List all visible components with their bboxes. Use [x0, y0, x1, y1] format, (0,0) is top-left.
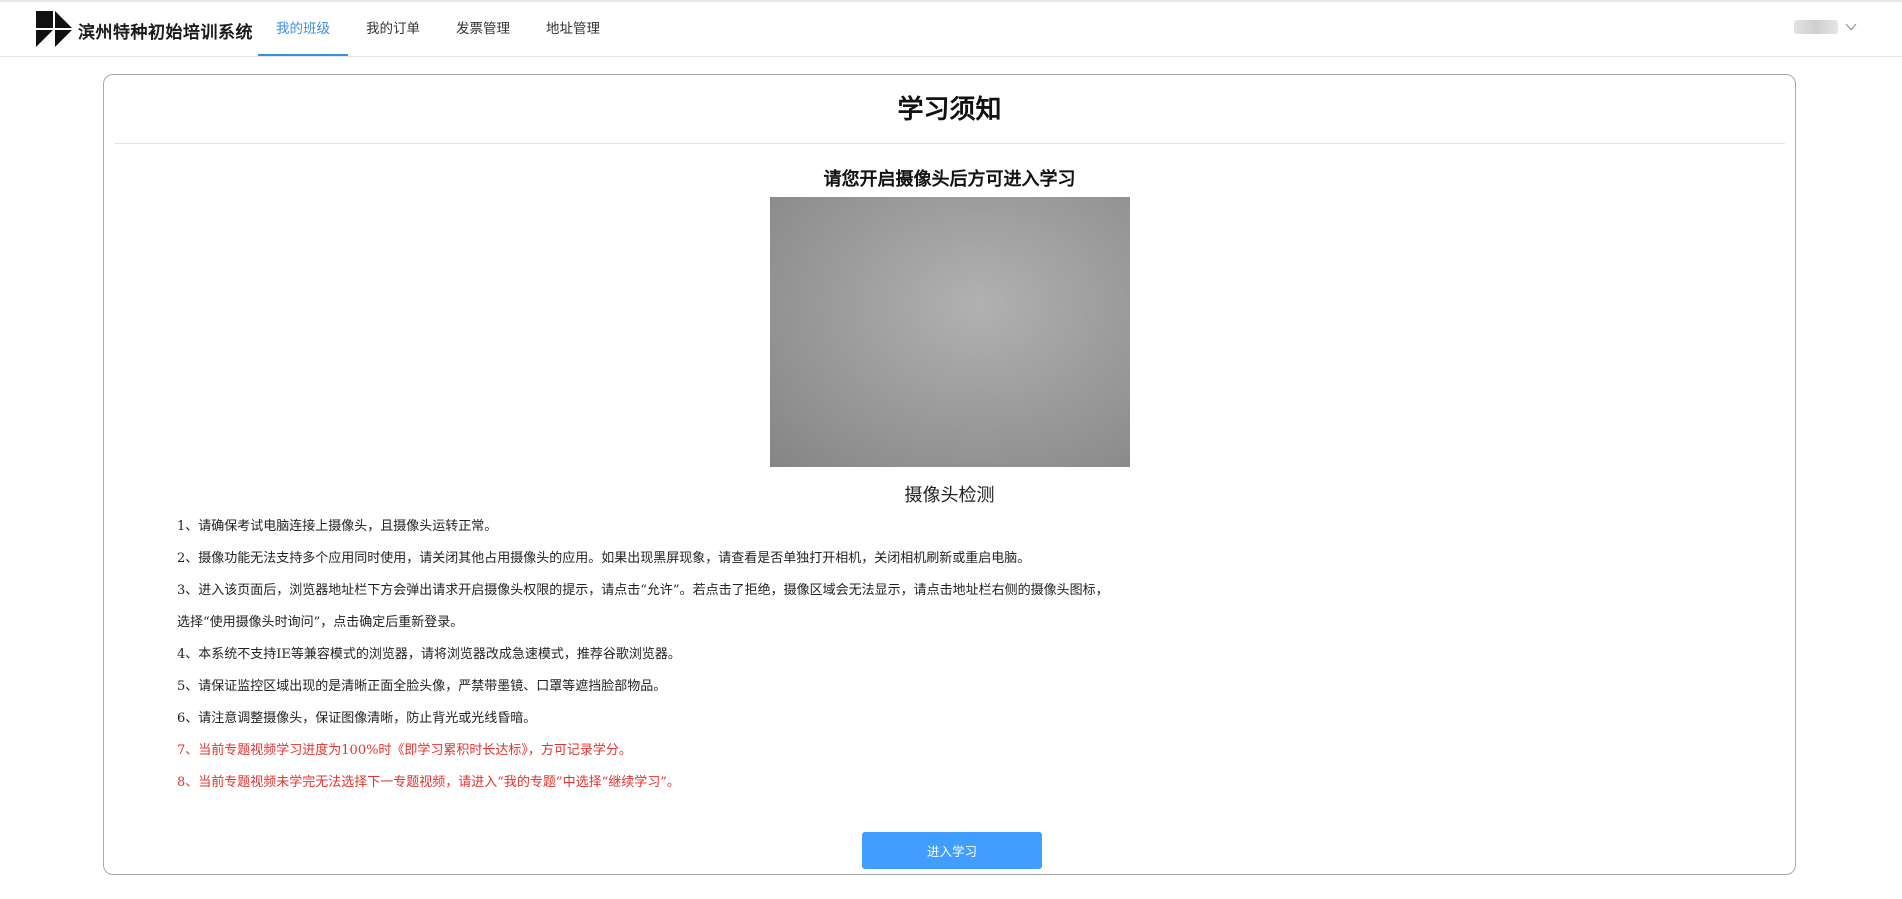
camera-heading: 请您开启摄像头后方可进入学习 — [823, 169, 1076, 190]
notice-item: 2、摄像功能无法支持多个应用同时使用，请关闭其他占用摄像头的应用。如果出现黑屏现… — [177, 551, 1031, 566]
notice-item: 6、请注意调整摄像头，保证图像清晰，防止背光或光线昏暗。 — [177, 711, 537, 726]
app-title: 滨州特种初始培训系统 — [78, 23, 253, 43]
title-divider — [114, 143, 1785, 144]
nav-tab-invoice-management[interactable]: 发票管理 — [438, 2, 528, 56]
notice-item: 4、本系统不支持IE等兼容模式的浏览器，请将浏览器改成急速模式，推荐谷歌浏览器。 — [177, 647, 681, 662]
camera-preview — [770, 197, 1130, 467]
page-title: 学习须知 — [897, 95, 1002, 125]
notice-list: 1、请确保考试电脑连接上摄像头，且摄像头运转正常。 2、摄像功能无法支持多个应用… — [177, 511, 1477, 799]
user-name-blurred — [1794, 20, 1838, 34]
notice-item: 选择“使用摄像头时询问”，点击确定后重新登录。 — [177, 615, 464, 630]
enter-study-button[interactable]: 进入学习 — [862, 832, 1042, 869]
user-menu[interactable] — [1794, 20, 1858, 34]
main-nav: 我的班级 我的订单 发票管理 地址管理 — [258, 2, 618, 56]
brand-logo-icon — [36, 11, 72, 47]
notice-item: 3、进入该页面后，浏览器地址栏下方会弹出请求开启摄像头权限的提示，请点击“允许”… — [177, 583, 1109, 598]
top-header: 滨州特种初始培训系统 我的班级 我的订单 发票管理 地址管理 — [0, 2, 1902, 57]
nav-tab-my-orders[interactable]: 我的订单 — [348, 2, 438, 56]
notice-item: 1、请确保考试电脑连接上摄像头，且摄像头运转正常。 — [177, 519, 498, 534]
study-notice-card: 学习须知 请您开启摄像头后方可进入学习 摄像头检测 1、请确保考试电脑连接上摄像… — [103, 74, 1796, 875]
nav-tab-address-management[interactable]: 地址管理 — [528, 2, 618, 56]
chevron-down-icon — [1845, 23, 1857, 31]
notice-item-warning: 7、当前专题视频学习进度为100%时《即学习累积时长达标》，方可记录学分。 — [177, 743, 632, 758]
notice-item: 5、请保证监控区域出现的是清晰正面全脸头像，严禁带墨镜、口罩等遮挡脸部物品。 — [177, 679, 667, 694]
camera-check-label: 摄像头检测 — [904, 485, 995, 506]
nav-tab-my-class[interactable]: 我的班级 — [258, 2, 348, 56]
notice-item-warning: 8、当前专题视频未学完无法选择下一专题视频，请进入“我的专题”中选择“继续学习”… — [177, 775, 680, 790]
